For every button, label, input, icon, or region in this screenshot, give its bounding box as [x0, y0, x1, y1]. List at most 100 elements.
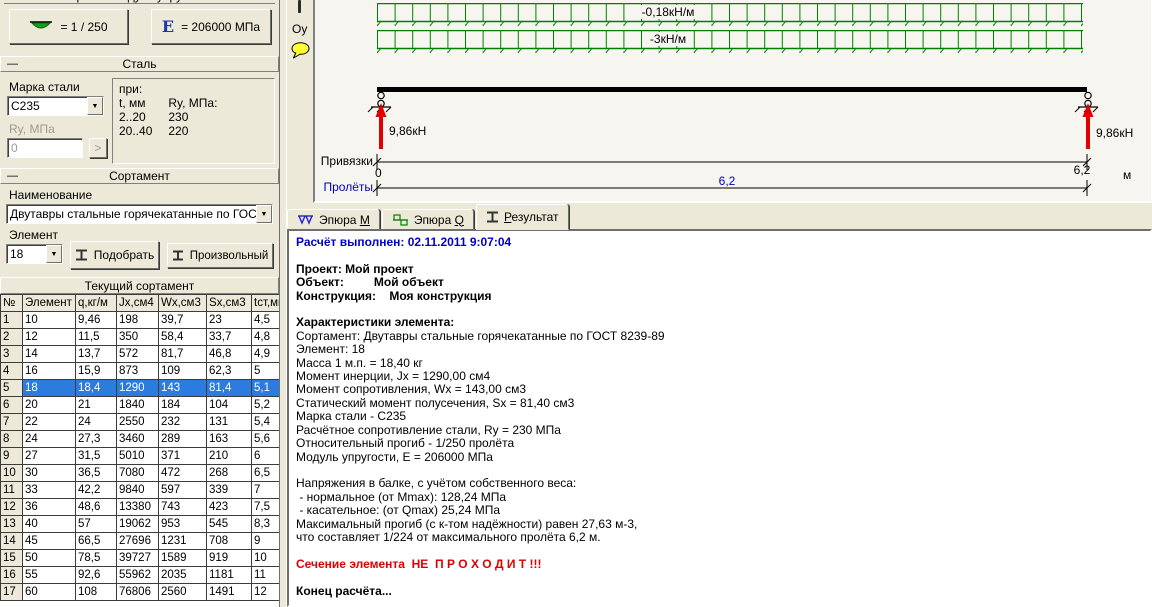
custom-section-button[interactable]: Произвольный: [167, 243, 273, 268]
table-cell: 2550: [116, 413, 159, 431]
ry-info-box: при: t, мм Ry, МПа: 2..20 230 20..40 220: [112, 78, 275, 164]
result-line: Объект: Мой объект: [296, 275, 444, 290]
table-cell: 13380: [116, 498, 159, 516]
table-cell: 8,3: [251, 515, 279, 533]
table-row[interactable]: 4 16 15,9 873 109 62,3 5: [0, 362, 279, 380]
table-cell: 50: [22, 549, 76, 567]
table-cell: 4,9: [251, 345, 279, 363]
table-cell: 1840: [116, 396, 159, 414]
table-cell: 46,8: [206, 345, 252, 363]
table-cell: 11: [251, 566, 279, 584]
table-cell: 9840: [116, 481, 159, 499]
results-panel[interactable]: Расчёт выполнен: 02.11.2011 9:07:04 Прое…: [287, 229, 1152, 607]
chevron-down-icon[interactable]: ▼: [87, 97, 103, 115]
table-cell: 3: [0, 345, 23, 363]
table-column-header: tст,мм: [251, 294, 279, 312]
table-cell: 20: [22, 396, 76, 414]
table-row[interactable]: 7 22 24 2550 232 131 5,4: [0, 413, 279, 431]
table-row[interactable]: 17 60 108 76806 2560 1491 12: [0, 583, 279, 601]
catalog-select[interactable]: Двутавры стальные горячекатанные по ГОСТ…: [6, 204, 273, 224]
tab-epura-m[interactable]: Эпюра M: [287, 209, 380, 230]
table-cell: 27696: [116, 532, 159, 550]
comment-bubble-icon[interactable]: [291, 42, 310, 59]
collapse-steel-icon[interactable]: —: [7, 58, 18, 70]
ry-info-col-t: t, мм: [119, 96, 146, 110]
ry-value: 0: [11, 141, 18, 155]
table-cell: 10: [22, 311, 76, 329]
table-row[interactable]: 15 50 78,5 39727 1589 919 10: [0, 549, 279, 567]
result-line: Момент инерции, Jx = 1290,00 см4: [296, 369, 491, 384]
table-cell: 10: [0, 464, 23, 482]
bindings-label: Привязки: [320, 154, 373, 168]
table-cell: 16: [0, 566, 23, 584]
table-cell: 57: [75, 515, 117, 533]
steel-grade-select[interactable]: С235 ▼: [7, 96, 104, 116]
table-cell: 7: [0, 413, 23, 431]
table-cell: 131: [206, 413, 252, 431]
table-row[interactable]: 11 33 42,2 9840 597 339 7: [0, 481, 279, 499]
ry-info-header: t, мм Ry, МПа:: [119, 96, 274, 110]
table-row[interactable]: 6 20 21 1840 184 104 5,2: [0, 396, 279, 414]
result-line: Сортамент: Двутавры стальные горячекатан…: [296, 328, 665, 343]
table-row[interactable]: 2 12 11,5 350 58,4 33,7 4,8: [0, 328, 279, 346]
result-line: [296, 571, 1150, 584]
pick-section-button[interactable]: Подобрать: [70, 241, 159, 269]
result-line: [296, 464, 1150, 477]
tab-label: Эпюра: [319, 212, 360, 227]
table-cell: 1231: [158, 532, 207, 550]
table-row[interactable]: 10 30 36,5 7080 472 268 6,5: [0, 464, 279, 482]
distributed-load-top: [377, 3, 1083, 27]
table-cell: 11: [0, 481, 23, 499]
beam-scheme-panel[interactable]: -0,18кН/м -3кН/м 9,86кН 9,86кН Привязки: [313, 0, 1152, 203]
table-cell: 339: [206, 481, 252, 499]
reaction-left-label: 9,86кН: [389, 124, 427, 138]
ry-input[interactable]: 0: [7, 138, 83, 158]
table-cell: 104: [206, 396, 252, 414]
deflection-section-title: Прогиб/Модуль упругости: [4, 0, 275, 3]
span-value[interactable]: 6,2: [707, 174, 747, 188]
table-row[interactable]: 5 18 18,4 1290 143 81,4 5,1: [0, 379, 279, 397]
table-column-header: Sx,см3: [206, 294, 252, 312]
table-row[interactable]: 9 27 31,5 5010 371 210 6: [0, 447, 279, 465]
collapse-sortament-icon[interactable]: —: [7, 170, 18, 182]
table-row[interactable]: 14 45 66,5 27696 1231 708 9: [0, 532, 279, 550]
section-line-icon[interactable]: [298, 0, 301, 13]
table-column-header: Элемент: [22, 294, 76, 312]
ry-apply-button[interactable]: >: [89, 138, 107, 158]
ry-label: Ry, МПа: [9, 122, 55, 136]
steel-grade-label: Марка стали: [9, 80, 80, 94]
tab-result[interactable]: Результат: [475, 204, 569, 230]
ry-info-r1-v: 230: [168, 110, 189, 124]
chevron-down-icon[interactable]: ▼: [46, 245, 62, 263]
table-cell: 919: [206, 549, 252, 567]
table-cell: 108: [75, 583, 117, 601]
table-cell: 268: [206, 464, 252, 482]
table-cell: 1: [0, 311, 23, 329]
table-cell: 708: [206, 532, 252, 550]
table-cell: 472: [158, 464, 207, 482]
element-value: 18: [10, 247, 24, 261]
table-row[interactable]: 16 55 92,6 55962 2035 1181 11: [0, 566, 279, 584]
elastic-modulus-button[interactable]: E = 206000 МПа: [151, 9, 271, 44]
table-row[interactable]: 13 40 57 19062 953 545 8,3: [0, 515, 279, 533]
result-line: [296, 249, 1150, 262]
table-cell: 81,4: [206, 379, 252, 397]
table-cell: 10: [251, 549, 279, 567]
chevron-down-icon[interactable]: ▼: [256, 205, 272, 223]
axis-oy-label: Оу: [292, 22, 308, 36]
table-cell: 7: [251, 481, 279, 499]
spans-label[interactable]: Пролёты: [319, 180, 373, 194]
ibeam-icon: [172, 250, 183, 261]
table-cell: 27: [22, 447, 76, 465]
table-row[interactable]: 12 36 48,6 13380 743 423 7,5: [0, 498, 279, 516]
table-cell: 9: [0, 447, 23, 465]
table-row[interactable]: 1 10 9,46 198 39,7 23 4,5: [0, 311, 279, 329]
element-select[interactable]: 18 ▼: [6, 244, 63, 264]
table-cell: 143: [158, 379, 207, 397]
table-row[interactable]: 3 14 13,7 572 81,7 46,8 4,9: [0, 345, 279, 363]
beam-element[interactable]: [377, 87, 1087, 92]
tab-epura-q[interactable]: Эпюра Q: [381, 209, 474, 230]
table-row[interactable]: 8 24 27,3 3460 289 163 5,6: [0, 430, 279, 448]
deflection-limit-button[interactable]: = 1 / 250: [9, 9, 128, 44]
panel-splitter[interactable]: [279, 0, 287, 607]
